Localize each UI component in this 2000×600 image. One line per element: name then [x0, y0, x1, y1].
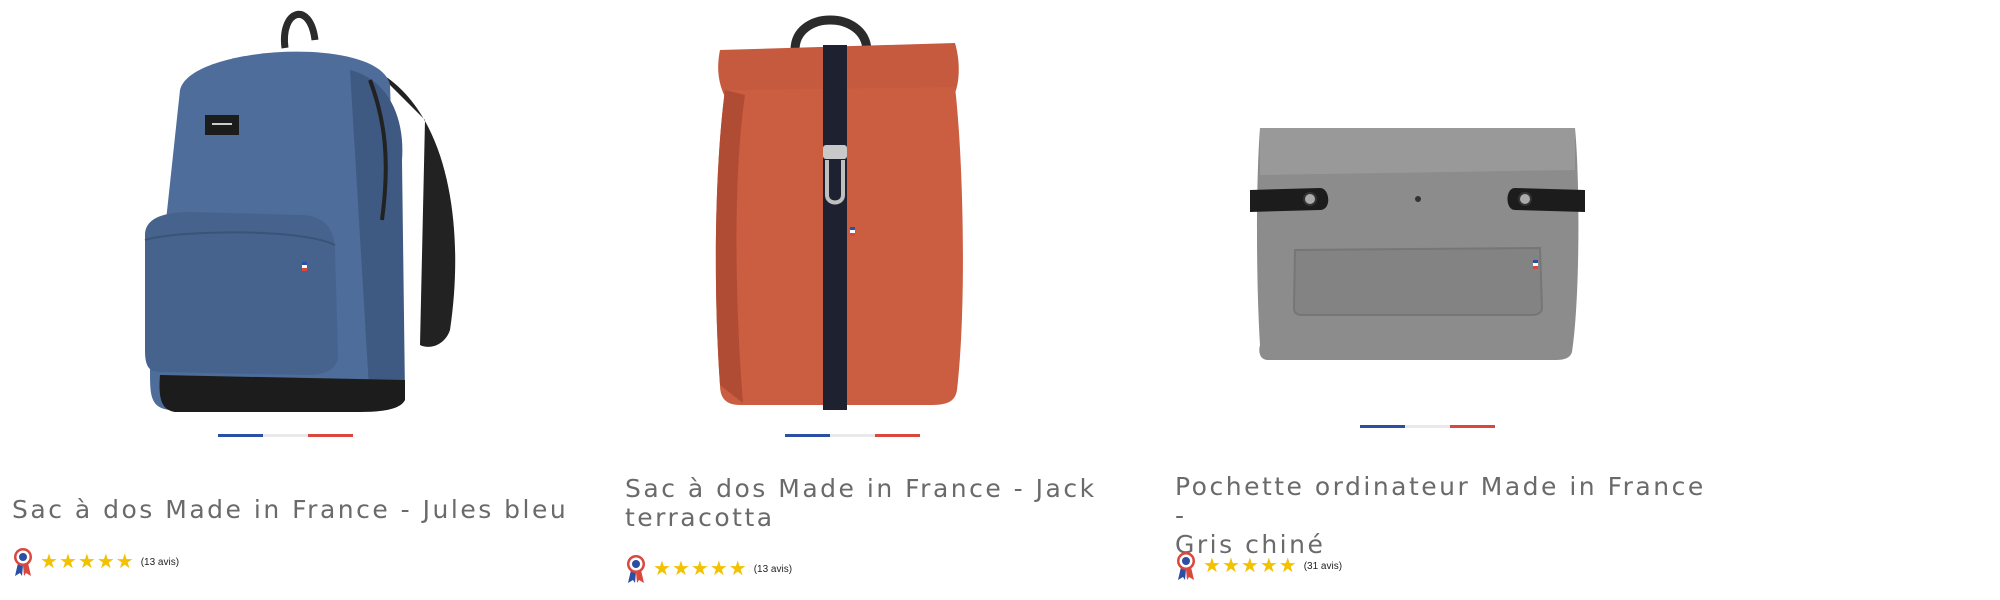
star-icon: ★ [77, 551, 96, 573]
award-ribbon-icon [14, 548, 32, 576]
product-title-line: Sac à dos Made in France - Jack [625, 474, 1097, 503]
rating-row: ★ ★ ★ ★ ★ (13 avis) [12, 547, 179, 577]
product-title-line: terracotta [625, 503, 775, 532]
star-icon: ★ [728, 558, 747, 580]
rating-row: ★ ★ ★ ★ ★ (31 avis) [1175, 551, 1342, 581]
review-count[interactable]: (13 avis) [754, 564, 792, 575]
star-icon: ★ [1221, 555, 1240, 577]
star-icon: ★ [1203, 555, 1221, 577]
award-ribbon-icon [627, 555, 645, 583]
star-icon: ★ [709, 558, 728, 580]
product-title[interactable]: Sac à dos Made in France - Jack terracot… [625, 474, 1097, 532]
color-swatch-bar [218, 434, 353, 437]
star-rating: ★ ★ ★ ★ ★ [40, 552, 135, 572]
star-icon: ★ [1240, 555, 1259, 577]
star-icon: ★ [690, 558, 709, 580]
star-icon: ★ [671, 558, 690, 580]
color-swatch-bar [1360, 425, 1495, 428]
review-count[interactable]: (31 avis) [1304, 561, 1342, 572]
star-rating: ★ ★ ★ ★ ★ [1203, 556, 1298, 576]
laptop-sleeve-grey-image[interactable] [1250, 120, 1600, 370]
star-rating: ★ ★ ★ ★ ★ [653, 559, 748, 579]
star-icon: ★ [58, 551, 77, 573]
product-title-line: Pochette ordinateur Made in France - [1175, 472, 1706, 530]
star-icon: ★ [1259, 555, 1278, 577]
star-icon: ★ [1278, 555, 1297, 577]
star-icon: ★ [96, 551, 115, 573]
star-icon: ★ [653, 558, 671, 580]
backpack-blue-image[interactable] [120, 0, 470, 420]
award-ribbon-icon [1177, 552, 1195, 580]
review-count[interactable]: (13 avis) [141, 557, 179, 568]
star-icon: ★ [115, 551, 134, 573]
product-title[interactable]: Pochette ordinateur Made in France - Gri… [1175, 472, 1720, 559]
star-icon: ★ [40, 551, 58, 573]
rating-row: ★ ★ ★ ★ ★ (13 avis) [625, 554, 792, 584]
backpack-terracotta-image[interactable] [705, 5, 975, 415]
color-swatch-bar [785, 434, 920, 437]
product-title[interactable]: Sac à dos Made in France - Jules bleu [12, 495, 568, 524]
